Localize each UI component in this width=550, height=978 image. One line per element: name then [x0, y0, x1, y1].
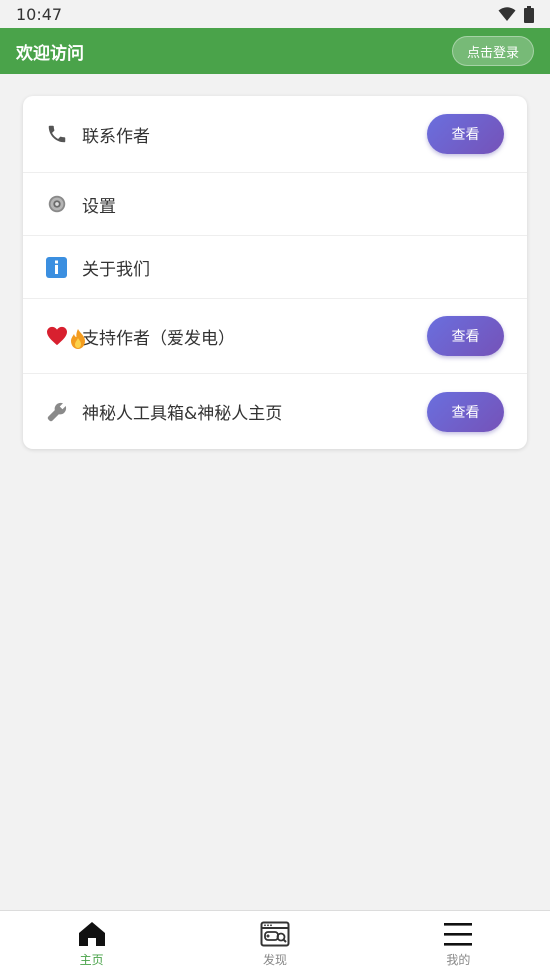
gear-icon	[46, 191, 82, 217]
bottom-navigation: 主页 发现 我的	[0, 910, 550, 978]
nav-label: 主页	[79, 953, 104, 967]
menu-item-label: 关于我们	[82, 259, 150, 280]
nav-label: 发现	[262, 953, 287, 967]
view-button[interactable]: 查看	[427, 391, 504, 432]
nav-item-home[interactable]: 主页	[0, 911, 183, 978]
menu-item-about-us[interactable]: 关于我们	[23, 236, 527, 299]
menu-card: 联系作者 查看 设置 关于我们 支持作者（爱发电） 查看 神秘人工具箱&神秘人主…	[23, 96, 527, 449]
home-icon	[78, 922, 105, 946]
status-icons	[498, 5, 534, 23]
menu-item-label: 联系作者	[82, 126, 150, 147]
view-button[interactable]: 查看	[427, 114, 504, 154]
heart-fire-icon	[46, 323, 85, 349]
menu-item-support-author[interactable]: 支持作者（爱发电） 查看	[23, 299, 527, 374]
menu-item-label: 支持作者（爱发电）	[82, 328, 235, 349]
view-button[interactable]: 查看	[427, 316, 504, 356]
nav-label: 我的	[446, 953, 471, 967]
login-button[interactable]: 点击登录	[451, 36, 534, 66]
menu-item-settings[interactable]: 设置	[23, 173, 527, 236]
wrench-icon	[46, 399, 82, 425]
menu-item-contact-author[interactable]: 联系作者 查看	[23, 96, 527, 173]
app-bar: 欢迎访问 点击登录	[0, 28, 550, 74]
battery-icon	[524, 5, 534, 23]
menu-item-label: 设置	[82, 196, 116, 217]
nav-item-discover[interactable]: 发现	[183, 911, 366, 978]
browser-game-icon	[260, 921, 290, 947]
menu-item-toolbox[interactable]: 神秘人工具箱&神秘人主页 查看	[23, 374, 527, 449]
menu-item-label: 神秘人工具箱&神秘人主页	[82, 404, 283, 424]
status-time: 10:47	[16, 4, 63, 24]
phone-icon	[46, 121, 82, 147]
nav-item-mine[interactable]: 我的	[367, 911, 550, 978]
wifi-icon	[498, 7, 516, 21]
info-icon	[46, 254, 82, 280]
page-title: 欢迎访问	[16, 43, 84, 64]
status-bar: 10:47	[0, 0, 550, 28]
menu-icon	[444, 923, 473, 946]
